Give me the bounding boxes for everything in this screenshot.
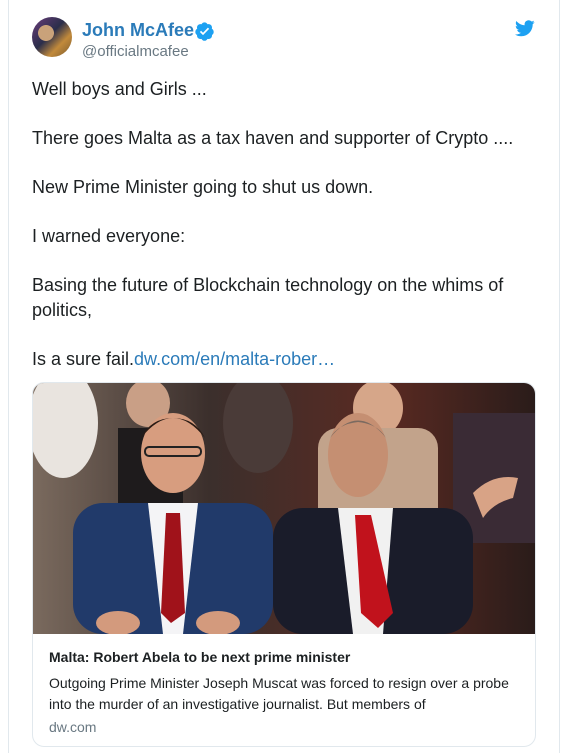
author-handle[interactable]: @officialmcafee xyxy=(82,43,189,60)
tweet-line: New Prime Minister going to shut us down… xyxy=(32,177,374,197)
tweet-line: I warned everyone: xyxy=(32,226,186,246)
tweet-text: Well boys and Girls ... There goes Malta… xyxy=(32,77,532,396)
link-preview-card[interactable]: Malta: Robert Abela to be next prime min… xyxy=(32,382,536,747)
card-domain: dw.com xyxy=(49,719,97,735)
article-photo xyxy=(33,383,535,634)
tweet-line: Basing the future of Blockchain technolo… xyxy=(32,275,504,320)
card-description: Outgoing Prime Minister Joseph Muscat wa… xyxy=(49,675,509,712)
twitter-bird-icon[interactable] xyxy=(515,20,535,37)
author-avatar[interactable] xyxy=(32,17,72,57)
article-link[interactable]: dw.com/en/malta-rober… xyxy=(134,349,335,369)
tweet-line: Well boys and Girls ... xyxy=(32,79,207,99)
card-title[interactable]: Malta: Robert Abela to be next prime min… xyxy=(49,649,519,665)
author-display-name[interactable]: John McAfee xyxy=(82,20,194,41)
tweet-line-with-link: Is a sure fail.dw.com/en/malta-rober… xyxy=(32,347,532,372)
tweet-line: There goes Malta as a tax haven and supp… xyxy=(32,128,514,148)
tweet-line-prefix: Is a sure fail. xyxy=(32,348,135,369)
verified-badge-icon xyxy=(195,22,214,41)
